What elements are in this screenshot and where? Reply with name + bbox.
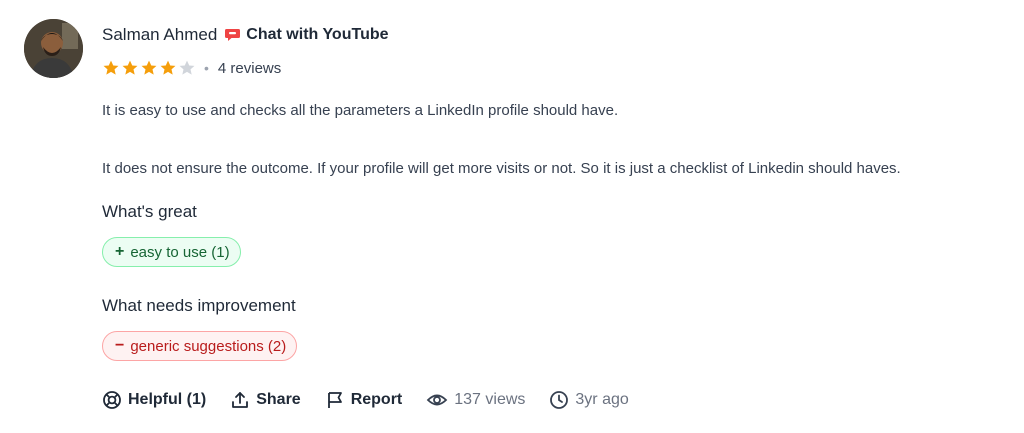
time-label: 3yr ago: [575, 391, 629, 408]
report-button[interactable]: Report: [325, 390, 403, 410]
share-button[interactable]: Share: [230, 390, 301, 410]
eye-icon: [426, 394, 448, 406]
plus-icon: +: [115, 243, 125, 260]
review-actions: Helpful (1) Share Report 137 views 3yr a…: [102, 387, 653, 413]
rating-row: • 4 reviews: [102, 58, 281, 78]
report-label: Report: [350, 391, 403, 408]
share-label: Share: [256, 391, 301, 408]
reviews-count[interactable]: 4 reviews: [218, 60, 281, 77]
star-filled-icon: [122, 60, 138, 75]
star-rating: [102, 59, 197, 77]
whats-great-heading: What's great: [102, 202, 197, 221]
review-paragraph: It is easy to use and checks all the par…: [102, 102, 619, 119]
separator-dot: •: [204, 60, 209, 76]
needs-improvement-heading: What needs improvement: [102, 296, 296, 315]
share-icon: [232, 392, 249, 408]
lifebuoy-icon: [103, 391, 121, 409]
helpful-button[interactable]: Helpful (1): [102, 390, 206, 410]
star-empty-icon: [179, 60, 195, 75]
flag-icon: [327, 392, 342, 408]
review-paragraph: It does not ensure the outcome. If your …: [102, 160, 901, 177]
views-label: 137 views: [454, 391, 526, 408]
review-header: Salman Ahmed Chat with YouTube: [102, 24, 389, 46]
views-count: 137 views: [426, 390, 525, 410]
product-name: Chat with YouTube: [246, 26, 389, 43]
author-avatar[interactable]: [24, 19, 83, 78]
minus-icon: −: [115, 337, 125, 354]
tag-label: generic suggestions (2): [130, 337, 287, 355]
positive-tag[interactable]: + easy to use (1): [102, 237, 241, 267]
star-filled-icon: [141, 60, 157, 75]
review-time: 3yr ago: [549, 390, 629, 410]
author-name[interactable]: Salman Ahmed: [102, 25, 217, 45]
tag-label: easy to use (1): [130, 243, 230, 261]
star-filled-icon: [160, 60, 176, 75]
product-link[interactable]: Chat with YouTube: [225, 26, 389, 44]
helpful-label: Helpful (1): [128, 391, 207, 408]
youtube-chat-logo-icon: [225, 28, 241, 42]
negative-tag[interactable]: − generic suggestions (2): [102, 331, 298, 361]
star-filled-icon: [103, 60, 119, 75]
clock-icon: [550, 391, 569, 409]
